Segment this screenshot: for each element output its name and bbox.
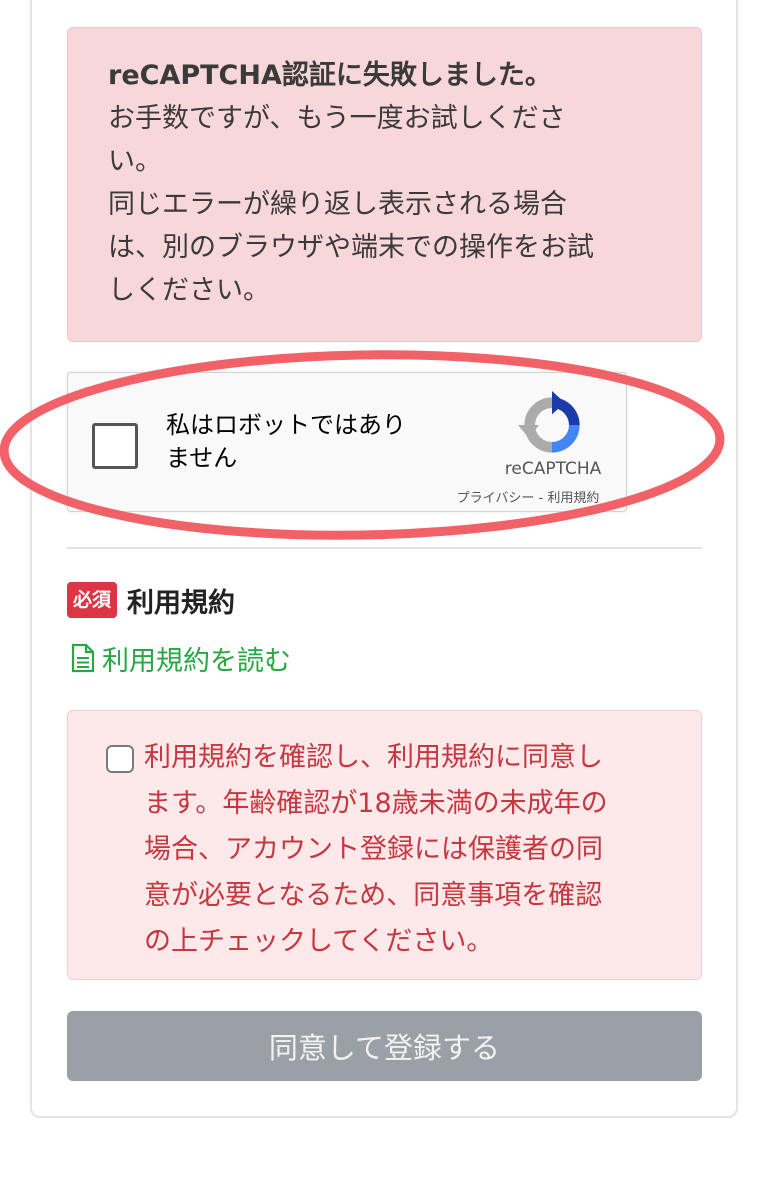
agree-checkbox[interactable] [106,745,134,773]
error-line: 同じエラーが繰り返し表示される場合 [108,189,567,220]
recaptcha-label-line: 私はロボットではあり [166,411,406,439]
agreement-box: 利用規約を確認し、利用規約に同意し ます。年齢確認が18歳未満の未成年の 場合、… [67,710,702,980]
agreement-line: 意が必要となるため、同意事項を確認 [144,880,603,911]
required-badge: 必須 [67,582,118,618]
recaptcha-label: 私はロボットではあり ません [166,409,456,475]
read-terms-label[interactable]: 利用規約を読む [102,639,291,678]
recaptcha-terms-link[interactable]: 利用規約 [547,491,599,506]
recaptcha-label-line: ません [166,444,238,472]
error-line: は、別のブラウザや端末での操作をお試 [108,232,594,263]
terms-title: 利用規約 [127,587,236,619]
agree-register-button[interactable]: 同意して登録する [67,1011,702,1081]
terms-header: 必須 利用規約 [67,580,235,620]
recaptcha-logo-icon [518,391,580,453]
agreement-line: の上チェックしてください。 [144,926,494,957]
error-line: しください。 [108,275,270,306]
agreement-line: 場合、アカウント登録には保護者の同 [144,834,603,865]
document-icon [71,643,95,673]
section-divider [67,547,702,549]
error-line: お手数ですが、もう一度お試しくださ [108,103,566,134]
read-terms-link[interactable]: 利用規約を読む [70,638,291,678]
agreement-text: 利用規約を確認し、利用規約に同意し ます。年齢確認が18歳未満の未成年の 場合、… [144,735,684,965]
agreement-line: 利用規約を確認し、利用規約に同意し [144,742,603,773]
error-line: い。 [108,146,162,177]
recaptcha-privacy-link[interactable]: プライバシー [457,491,535,506]
recaptcha-link-separator: - [534,491,548,506]
agreement-line: ます。年齢確認が18歳未満の未成年の [144,788,608,819]
error-line: reCAPTCHA認証に失敗しました。 [108,60,552,91]
recaptcha-links: プライバシー - 利用規約 [428,487,628,506]
recaptcha-widget: 私はロボットではあり ません reCAPTCHA プライバシー - 利用規約 [67,372,627,512]
recaptcha-brand: reCAPTCHA [504,459,602,479]
recaptcha-error-alert: reCAPTCHA認証に失敗しました。 お手数ですが、もう一度お試しくださ い。… [67,27,702,342]
recaptcha-checkbox[interactable] [92,423,138,469]
